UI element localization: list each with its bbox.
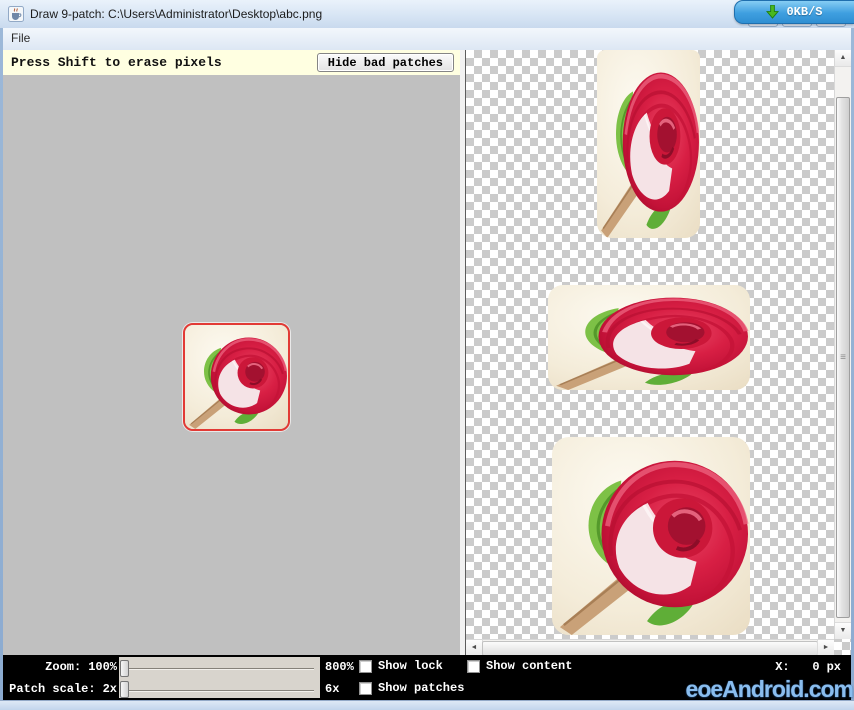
patch-scale-max-label: 6x [325,682,339,696]
vertical-scrollbar-thumb[interactable]: ≡ [836,97,850,618]
menu-file[interactable]: File [3,28,38,49]
checkbox-icon[interactable] [359,660,372,673]
watermark-text: eoeAndroid.com [686,676,853,703]
scroll-right-icon[interactable]: ► [817,640,834,655]
x-value: 0 [790,660,820,674]
patch-scale-value: 2x [103,682,117,696]
zoom-slider-track[interactable] [125,668,314,669]
show-patches-label: Show patches [378,681,464,695]
zoom-slider-thumb[interactable] [120,660,129,677]
editor-canvas[interactable] [3,75,460,655]
download-speed-widget[interactable]: 0KB/S [734,0,854,24]
horizontal-scrollbar-thumb[interactable] [482,641,818,655]
horizontal-scrollbar[interactable]: ◄ ► [466,639,834,655]
patch-scale-slider-thumb[interactable] [120,681,129,698]
scroll-left-icon[interactable]: ◄ [466,640,483,655]
show-patches-checkbox[interactable]: Show patches [359,681,464,695]
info-bar: Press Shift to erase pixels Hide bad pat… [3,50,460,76]
preview-both-stretch [552,437,750,635]
checkbox-icon[interactable] [467,660,480,673]
preview-panel: ▲ ≡ ▼ ◄ ► [466,50,851,655]
scroll-down-icon[interactable]: ▼ [835,622,851,639]
zoom-value: 100% [88,660,117,674]
patch-scale-label: Patch scale: [9,682,95,696]
download-arrow-icon [766,5,779,19]
download-speed-text: 0KB/S [786,5,822,19]
show-content-checkbox[interactable]: Show content [467,659,572,673]
cursor-coordinates: X:0 px [775,660,841,674]
slider-panel [119,657,320,698]
zoom-label-group: Zoom: 100% [3,660,117,674]
zoom-max-label: 800% [325,660,354,674]
patch-scale-slider-track[interactable] [125,690,314,691]
zoom-label: Zoom: [45,660,81,674]
x-label: X: [775,660,789,674]
patch-scale-label-group: Patch scale: 2x [3,682,117,696]
show-content-label: Show content [486,659,572,673]
scroll-up-icon[interactable]: ▲ [835,50,851,67]
show-lock-label: Show lock [378,659,443,673]
window-border-left [0,28,3,700]
app-java-icon [8,6,24,22]
thumb-grip-icon: ≡ [840,352,846,363]
show-lock-checkbox[interactable]: Show lock [359,659,443,673]
preview-horizontal-stretch [548,285,750,390]
editor-panel: Press Shift to erase pixels Hide bad pat… [3,50,460,655]
window-title: Draw 9-patch: C:\Users\Administrator\Des… [30,0,322,28]
patch-editor-image[interactable] [183,323,290,431]
hide-bad-patches-button[interactable]: Hide bad patches [317,53,454,72]
title-bar[interactable]: Draw 9-patch: C:\Users\Administrator\Des… [0,0,854,29]
x-unit: px [827,660,841,674]
preview-vertical-stretch [597,50,700,238]
checkbox-icon[interactable] [359,682,372,695]
erase-hint-text: Press Shift to erase pixels [11,50,222,75]
draw9patch-window: { "window": { "title": "Draw 9-patch: C:… [0,0,854,709]
vertical-scrollbar[interactable]: ▲ ≡ ▼ [834,50,851,639]
menu-bar: File [3,28,851,51]
